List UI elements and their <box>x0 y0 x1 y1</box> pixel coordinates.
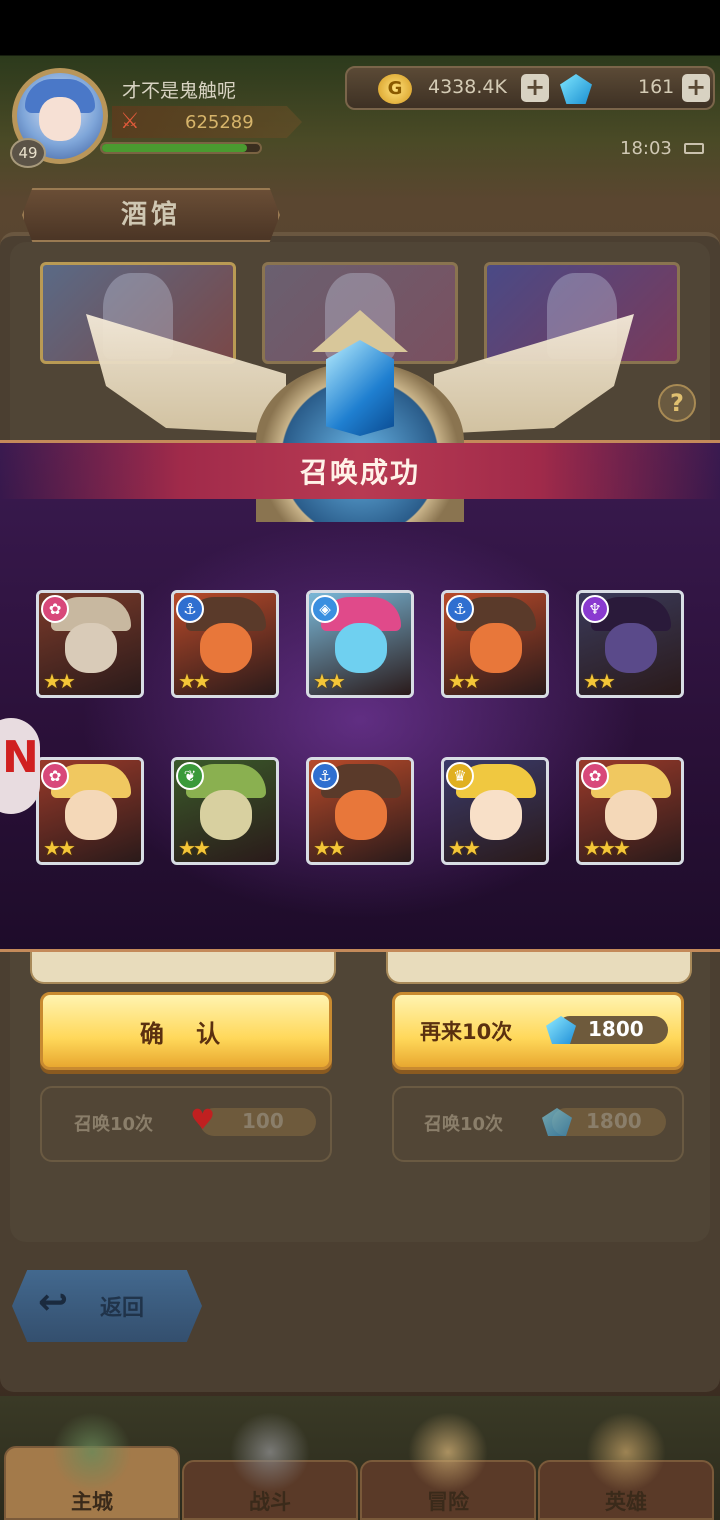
faction-crown-icon: ♛ <box>446 762 474 790</box>
clock: 18:03 <box>620 138 672 159</box>
star-rating: ★★ <box>178 669 211 693</box>
hero-face <box>200 790 252 840</box>
hero-face <box>605 623 657 673</box>
hero-card[interactable]: ♆ ★★ <box>576 590 684 698</box>
player-name: 才不是鬼触呢 <box>122 80 237 102</box>
nav-label: 冒险 <box>427 1490 469 1514</box>
power-value: 625289 <box>185 112 254 133</box>
exp-fill <box>102 144 248 152</box>
hero-card[interactable]: ◈ ★★ <box>306 590 414 698</box>
add-gems-button[interactable]: + <box>682 74 710 102</box>
hero-face <box>335 790 387 840</box>
star-rating: ★★ <box>448 836 481 860</box>
hero-card[interactable]: ♛ ★★ <box>441 757 549 865</box>
add-gold-button[interactable]: + <box>521 74 549 102</box>
back-arrow-icon: ↩ <box>38 1282 69 1323</box>
star-rating: ★★ <box>313 836 346 860</box>
again-cost: 1800 <box>588 1017 644 1041</box>
faction-anchor-icon: ⚓ <box>446 595 474 623</box>
heart-cost: 100 <box>242 1109 284 1133</box>
star-rating: ★★ <box>313 669 346 693</box>
faction-flower-icon: ✿ <box>581 762 609 790</box>
hero-face <box>65 790 117 840</box>
hero-face <box>200 623 252 673</box>
hero-card[interactable]: ✿ ★★ <box>36 757 144 865</box>
crystal-icon <box>326 340 394 436</box>
back-label: 返回 <box>100 1296 145 1321</box>
summon-10-gem-label: 召唤10次 <box>424 1114 504 1135</box>
hero-card[interactable]: ✿ ★★★ <box>576 757 684 865</box>
hero-card[interactable]: ⚓ ★★ <box>171 590 279 698</box>
question-icon[interactable]: ? <box>658 384 696 422</box>
summon-again-label: 再来10次 <box>420 1020 513 1044</box>
star-rating: ★★ <box>43 669 76 693</box>
battery-icon <box>684 143 704 154</box>
gem-cost: 1800 <box>586 1109 642 1133</box>
page-title: 酒馆 <box>120 200 181 230</box>
avatar-face <box>39 97 81 141</box>
nav-icon <box>408 1412 488 1492</box>
confirm-label: 确 认 <box>139 1020 233 1048</box>
faction-leaf-icon: ❦ <box>176 762 204 790</box>
game-screen: 49 才不是鬼触呢 ⚔ 625289 G 4338.4K + 161 + 18:… <box>0 0 720 1520</box>
star-rating: ★★ <box>43 836 76 860</box>
gem-value: 161 <box>638 76 675 98</box>
nav-label: 英雄 <box>605 1490 647 1514</box>
pool-strip-left <box>30 952 336 984</box>
hero-card[interactable]: ❦ ★★ <box>171 757 279 865</box>
exp-bar <box>100 142 262 154</box>
nav-icon <box>586 1412 666 1492</box>
pool-strip-right <box>386 952 692 984</box>
result-title: 召唤成功 <box>299 456 420 489</box>
hero-face <box>605 790 657 840</box>
faction-flower-icon: ✿ <box>41 762 69 790</box>
heart-icon: ♥ <box>190 1103 216 1136</box>
hero-face <box>470 623 522 673</box>
star-rating: ★★ <box>448 669 481 693</box>
nav-label: 战斗 <box>249 1490 291 1514</box>
star-rating: ★★ <box>178 836 211 860</box>
summon-10-heart-label: 召唤10次 <box>74 1114 154 1135</box>
nav-icon <box>52 1412 132 1492</box>
nav-icon <box>230 1412 310 1492</box>
gold-value: 4338.4K <box>428 76 507 98</box>
star-rating: ★★ <box>583 669 616 693</box>
nav-label: 主城 <box>71 1490 113 1514</box>
hero-face <box>470 790 522 840</box>
gold-coin-icon: G <box>378 74 412 104</box>
hero-card[interactable]: ✿ ★★ <box>36 590 144 698</box>
side-tab-icon: N <box>2 732 39 783</box>
hero-face <box>65 623 117 673</box>
hero-card[interactable]: ⚓ ★★ <box>441 590 549 698</box>
hero-face <box>335 623 387 673</box>
star-rating: ★★★ <box>583 836 631 860</box>
faction-flower-icon: ✿ <box>41 595 69 623</box>
level-badge: 49 <box>10 138 46 168</box>
faction-anchor-icon: ⚓ <box>311 762 339 790</box>
faction-horns-icon: ♆ <box>581 595 609 623</box>
crossed-swords-icon: ⚔ <box>120 109 140 134</box>
hero-card[interactable]: ⚓ ★★ <box>306 757 414 865</box>
faction-anchor-icon: ⚓ <box>176 595 204 623</box>
faction-diamond-icon: ◈ <box>311 595 339 623</box>
